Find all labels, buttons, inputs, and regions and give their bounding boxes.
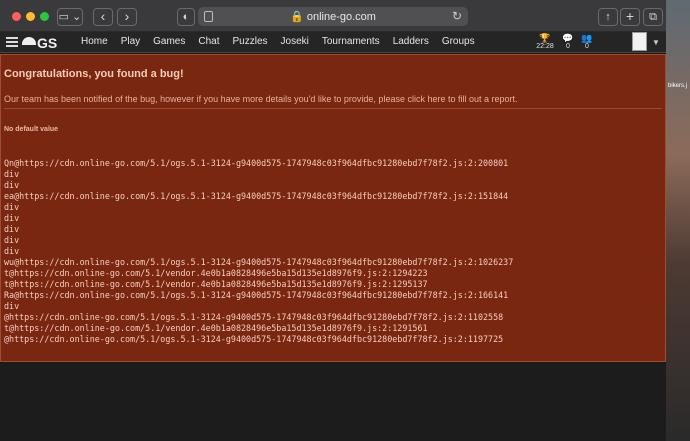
trophy-icon: 🏆 (539, 33, 551, 43)
error-panel: Congratulations, you found a bug! Our te… (0, 54, 666, 362)
chevron-down-icon[interactable]: ▼ (652, 38, 660, 47)
nav-link-groups[interactable]: Groups (442, 36, 475, 47)
friends-indicator[interactable]: 👥 0 (577, 34, 597, 51)
trace-line: @https://cdn.online-go.com/5.1/ogs.5.1-3… (4, 312, 504, 322)
friends-count: 0 (585, 43, 589, 50)
messages-count: 0 (566, 43, 570, 50)
forward-button[interactable]: › (117, 8, 137, 26)
nav-link-puzzles[interactable]: Puzzles (233, 36, 268, 47)
tab-overview-button[interactable]: ⧉ (643, 8, 663, 26)
logo-text: GS (37, 34, 58, 51)
plus-icon: + (625, 8, 635, 24)
trace-line: Qn@https://cdn.online-go.com/5.1/ogs.5.1… (4, 158, 509, 168)
nav-link-joseki[interactable]: Joseki (281, 36, 309, 47)
go-stone-icon (22, 37, 36, 45)
chevron-right-icon: › (124, 8, 130, 24)
trace-line: div (4, 224, 20, 234)
trace-line: t@https://cdn.online-go.com/5.1/vendor.4… (4, 279, 428, 289)
nav-link-ladders[interactable]: Ladders (393, 36, 429, 47)
ogs-logo[interactable]: GS (22, 34, 58, 51)
background-text-fragment: bikers.j (668, 83, 688, 89)
trace-line: div (4, 246, 20, 256)
page-footer-area (0, 363, 666, 441)
browser-toolbar: ▭ ⌄ ‹ › ◐ 🔒 online-go.com ↻ ↑ + ⧉ (0, 0, 666, 32)
hamburger-menu-icon[interactable] (6, 37, 18, 47)
share-icon: ↑ (605, 11, 611, 23)
shield-icon: ◐ (182, 11, 190, 23)
nav-links: Home Play Games Chat Puzzles Joseki Tour… (81, 36, 488, 47)
messages-indicator[interactable]: 💬 0 (558, 34, 578, 51)
site-navbar: GS Home Play Games Chat Puzzles Joseki T… (0, 32, 666, 53)
user-avatar[interactable] (632, 32, 647, 51)
trace-line: div (4, 202, 20, 212)
nav-link-home[interactable]: Home (81, 36, 108, 47)
trace-line: Ra@https://cdn.online-go.com/5.1/ogs.5.1… (4, 290, 509, 300)
report-link[interactable]: Our team has been notified of the bug, h… (4, 94, 518, 104)
address-bar[interactable]: 🔒 online-go.com ↻ (198, 7, 468, 26)
trace-line: div (4, 213, 20, 223)
sidebar-toggle-button[interactable]: ▭ ⌄ (57, 8, 83, 26)
zoom-window-button[interactable] (40, 12, 49, 21)
trace-line: wu@https://cdn.online-go.com/5.1/ogs.5.1… (4, 257, 514, 267)
trace-line: @https://cdn.online-go.com/5.1/ogs.5.1-3… (4, 334, 504, 344)
clock-indicator[interactable]: 🏆 22:28 (535, 34, 555, 51)
trace-line: div (4, 301, 20, 311)
error-heading: Congratulations, you found a bug! (4, 68, 184, 80)
background-page-strip: bikers.j (666, 0, 690, 441)
nav-link-chat[interactable]: Chat (198, 36, 219, 47)
back-button[interactable]: ‹ (93, 8, 113, 26)
minimize-window-button[interactable] (26, 12, 35, 21)
tabs-icon: ⧉ (649, 11, 657, 23)
trace-line: div (4, 235, 20, 245)
url-value: online-go.com (306, 11, 376, 23)
chat-bubble-icon: 💬 (562, 33, 574, 43)
trace-line: div (4, 180, 20, 190)
stack-trace: Qn@https://cdn.online-go.com/5.1/ogs.5.1… (4, 158, 664, 345)
new-tab-button[interactable]: + (620, 8, 640, 26)
default-value-label: No default value (4, 126, 59, 133)
trace-line: ea@https://cdn.online-go.com/5.1/ogs.5.1… (4, 191, 509, 201)
nav-link-tournaments[interactable]: Tournaments (322, 36, 380, 47)
close-window-button[interactable] (12, 12, 21, 21)
chevron-left-icon: ‹ (100, 8, 106, 24)
trace-line: t@https://cdn.online-go.com/5.1/vendor.4… (4, 268, 428, 278)
nav-link-games[interactable]: Games (153, 36, 185, 47)
reload-icon[interactable]: ↻ (452, 9, 462, 23)
trace-line: t@https://cdn.online-go.com/5.1/vendor.4… (4, 323, 428, 333)
privacy-report-button[interactable]: ◐ (177, 8, 195, 26)
clock-value: 22:28 (536, 43, 554, 50)
share-button[interactable]: ↑ (598, 8, 618, 26)
divider (4, 108, 662, 109)
sidebar-icon: ▭ (58, 11, 70, 23)
nav-link-play[interactable]: Play (121, 36, 140, 47)
users-icon: 👥 (581, 33, 593, 43)
trace-line: div (4, 169, 20, 179)
url-text: 🔒 online-go.com (290, 11, 376, 23)
